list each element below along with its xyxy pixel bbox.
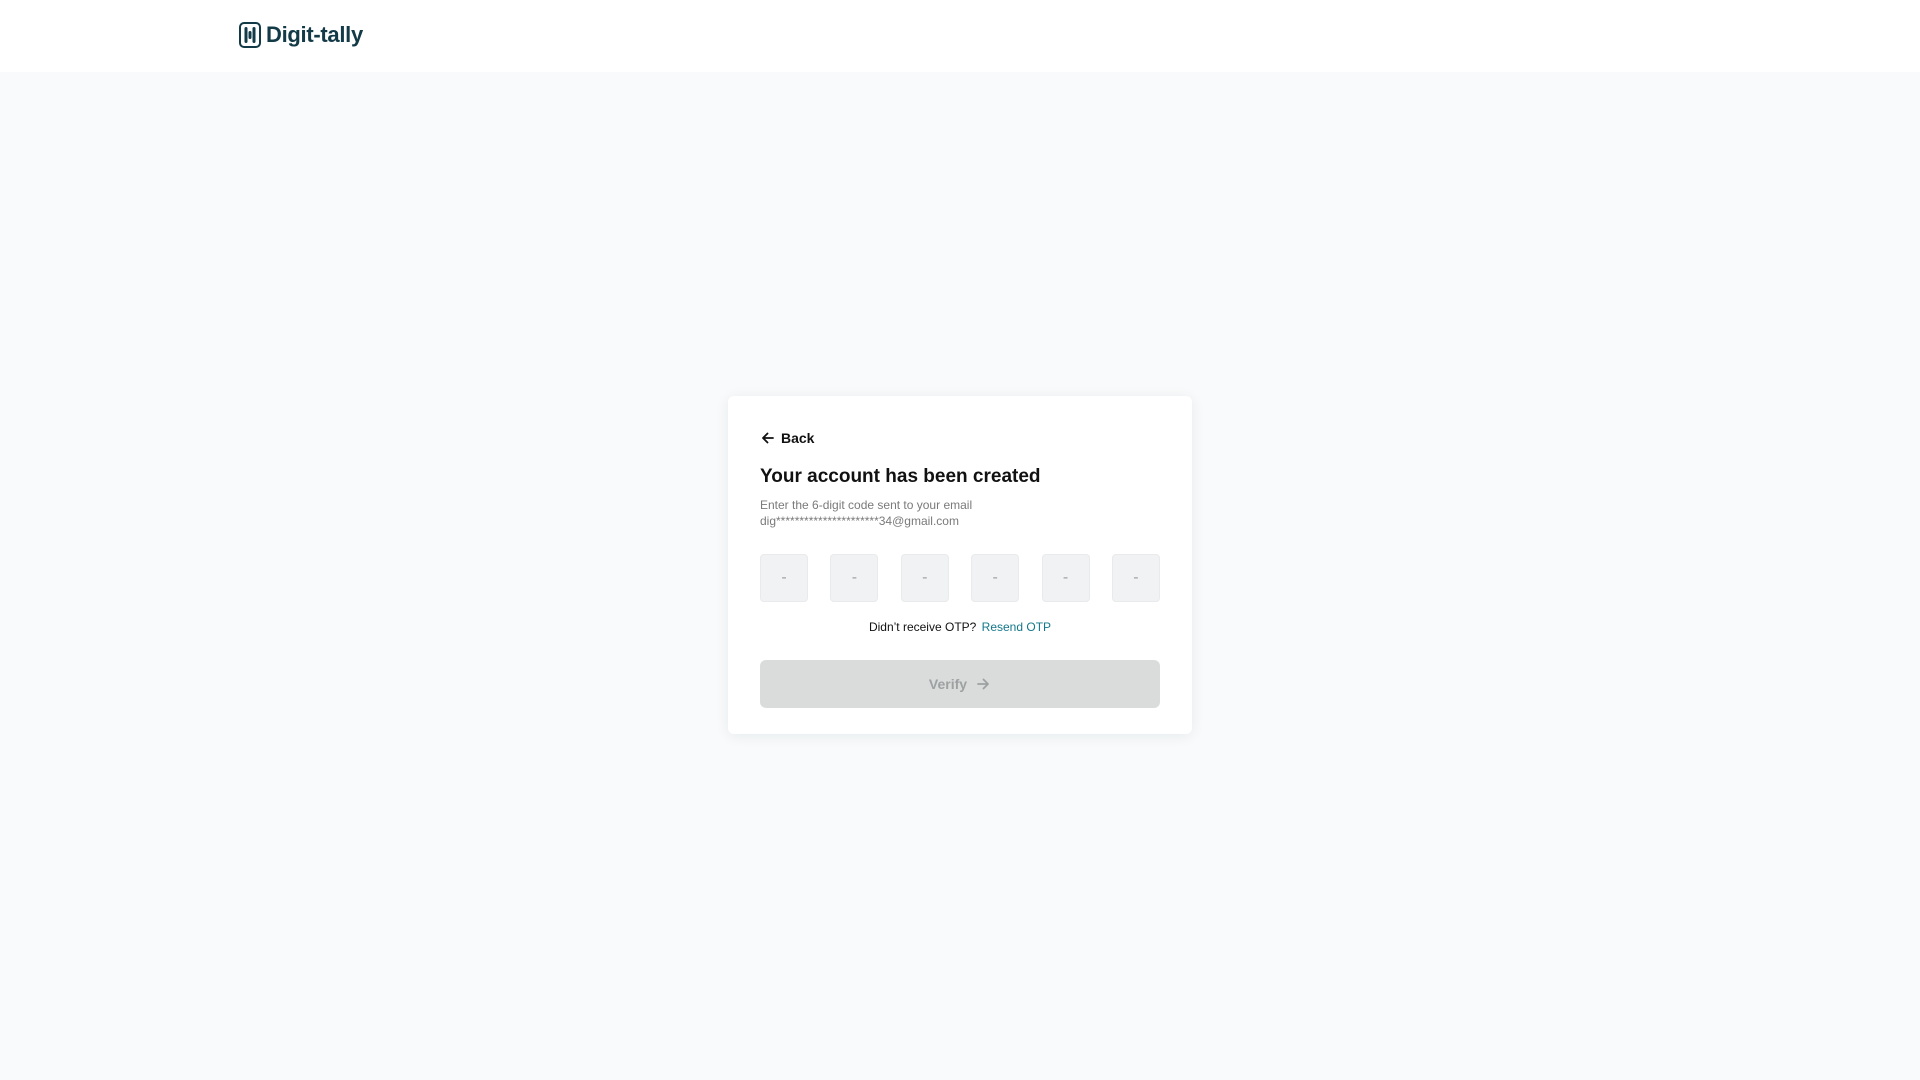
otp-digit-1-input[interactable]	[760, 554, 808, 602]
otp-digit-3-input[interactable]	[900, 554, 949, 602]
otp-input-group	[760, 554, 1160, 602]
otp-digit-5-input[interactable]	[1041, 554, 1090, 602]
page-title: Your account has been created	[760, 466, 1041, 487]
digit-tally-logo-icon	[239, 22, 261, 48]
back-button[interactable]: Back	[760, 428, 814, 448]
brand-logo-link[interactable]: Digit-tally	[239, 22, 363, 48]
otp-digit-6-input[interactable]	[1111, 554, 1160, 602]
top-navigation-bar: Digit-tally	[0, 0, 1920, 72]
resend-prompt: Didn’t receive OTP?	[868, 620, 977, 634]
arrow-left-icon	[762, 432, 774, 444]
back-label: Back	[781, 430, 815, 446]
masked-email: dig**********************34@gmail.com	[760, 514, 959, 528]
otp-verification-card: Back Your account has been created Enter…	[728, 396, 1192, 734]
otp-instructions: Enter the 6-digit code sent to your emai…	[760, 497, 1160, 529]
verify-button[interactable]: Verify	[760, 660, 1160, 708]
resend-otp-row: Didn’t receive OTP? Resend OTP	[760, 619, 1160, 635]
verify-label: Verify	[928, 676, 968, 692]
arrow-right-icon	[977, 678, 989, 690]
otp-digit-4-input[interactable]	[971, 554, 1020, 602]
otp-digit-2-input[interactable]	[830, 554, 879, 602]
resend-otp-link[interactable]: Resend OTP	[982, 620, 1051, 634]
otp-instructions-text: Enter the 6-digit code sent to your emai…	[760, 498, 973, 512]
brand-name: Digit-tally	[266, 22, 363, 47]
